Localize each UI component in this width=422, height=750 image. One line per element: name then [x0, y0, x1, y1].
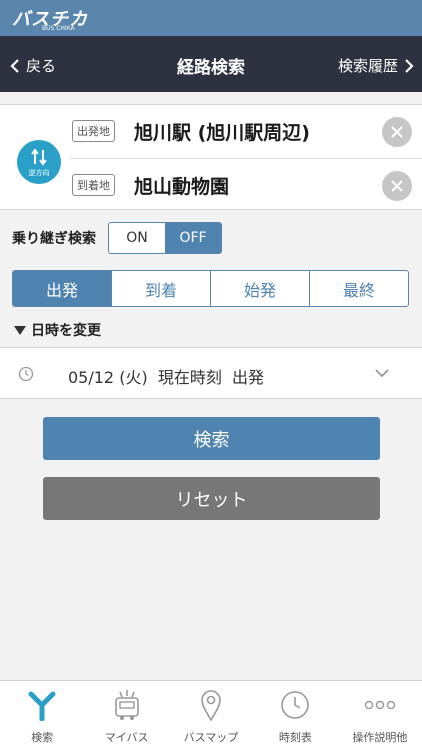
swap-direction-button[interactable]: 逆方向	[17, 140, 61, 184]
chevron-left-icon	[10, 58, 19, 73]
clear-origin-button[interactable]	[382, 117, 412, 147]
swap-label: 逆方向	[28, 168, 50, 177]
tab-more-label: 操作説明他	[352, 731, 408, 744]
origin-tag: 出発地	[72, 120, 115, 142]
tab-my-bus[interactable]: マイバス	[84, 681, 168, 750]
transfer-off-option[interactable]: OFF	[165, 223, 221, 253]
my-bus-icon	[112, 688, 142, 722]
history-label: 検索履歴	[337, 57, 398, 75]
tab-bus-map-label: バスマップ	[183, 731, 239, 744]
reset-button[interactable]: リセット	[43, 477, 380, 520]
change-datetime-label: 日時を変更	[31, 323, 101, 339]
app-header: バスチカ BUS CHIKA	[0, 0, 422, 36]
origin-row[interactable]: 出発地 旭川駅 (旭川駅周辺)	[72, 105, 422, 158]
tab-timetable[interactable]: 時刻表	[253, 681, 337, 750]
close-icon	[391, 180, 403, 192]
clock-icon	[18, 366, 34, 382]
search-button[interactable]: 検索	[43, 417, 380, 460]
back-button[interactable]: 戻る	[10, 55, 56, 76]
tab-bus-map[interactable]: バスマップ	[169, 681, 253, 750]
clock-icon	[279, 688, 311, 722]
triangle-down-icon	[14, 325, 26, 335]
tab-timetable-label: 時刻表	[278, 731, 312, 744]
tab-my-bus-label: マイバス	[104, 731, 149, 744]
app-logo: バスチカ BUS CHIKA	[12, 5, 88, 32]
tab-search-label: 検索	[31, 731, 54, 744]
destination-tag: 到着地	[72, 174, 115, 196]
logo-subtext: BUS CHIKA	[42, 25, 75, 32]
route-search-icon	[27, 688, 57, 722]
transfer-search-row: 乗り継ぎ検索 ON OFF	[12, 222, 222, 254]
tab-more[interactable]: 操作説明他	[338, 681, 422, 750]
change-datetime-toggle[interactable]: 日時を変更	[14, 320, 101, 340]
datetime-selector[interactable]: 05/12 (火) 現在時刻 出発	[0, 347, 422, 399]
origin-station[interactable]: 旭川駅 (旭川駅周辺)	[134, 118, 310, 145]
bottom-tab-bar: 検索 マイバス バスマップ 時刻表 操作説明他	[0, 680, 422, 750]
more-icon	[363, 688, 397, 722]
search-type-departure[interactable]: 出発	[13, 271, 111, 306]
route-stations: 逆方向 出発地 旭川駅 (旭川駅周辺) 到着地 旭山動物園	[0, 104, 422, 210]
swap-arrows-icon	[31, 147, 47, 166]
search-type-segmented: 出発 到着 始発 最終	[12, 270, 409, 307]
search-type-arrival[interactable]: 到着	[111, 271, 210, 306]
search-history-button[interactable]: 検索履歴	[338, 55, 414, 76]
tab-search[interactable]: 検索	[0, 681, 84, 750]
destination-row[interactable]: 到着地 旭山動物園	[72, 159, 422, 212]
clear-destination-button[interactable]	[382, 171, 412, 201]
navigation-bar: 戻る 経路検索 検索履歴	[0, 36, 422, 92]
chevron-right-icon	[405, 58, 414, 73]
chevron-down-icon	[375, 369, 389, 378]
search-type-last[interactable]: 最終	[309, 271, 408, 306]
back-label: 戻る	[26, 57, 57, 75]
transfer-toggle[interactable]: ON OFF	[108, 222, 222, 254]
search-type-first[interactable]: 始発	[210, 271, 309, 306]
close-icon	[391, 126, 403, 138]
transfer-on-option[interactable]: ON	[109, 223, 165, 253]
map-pin-icon	[199, 688, 223, 722]
destination-station[interactable]: 旭山動物園	[134, 172, 229, 199]
datetime-value: 05/12 (火) 現在時刻 出発	[68, 368, 265, 387]
transfer-search-label: 乗り継ぎ検索	[12, 231, 96, 247]
